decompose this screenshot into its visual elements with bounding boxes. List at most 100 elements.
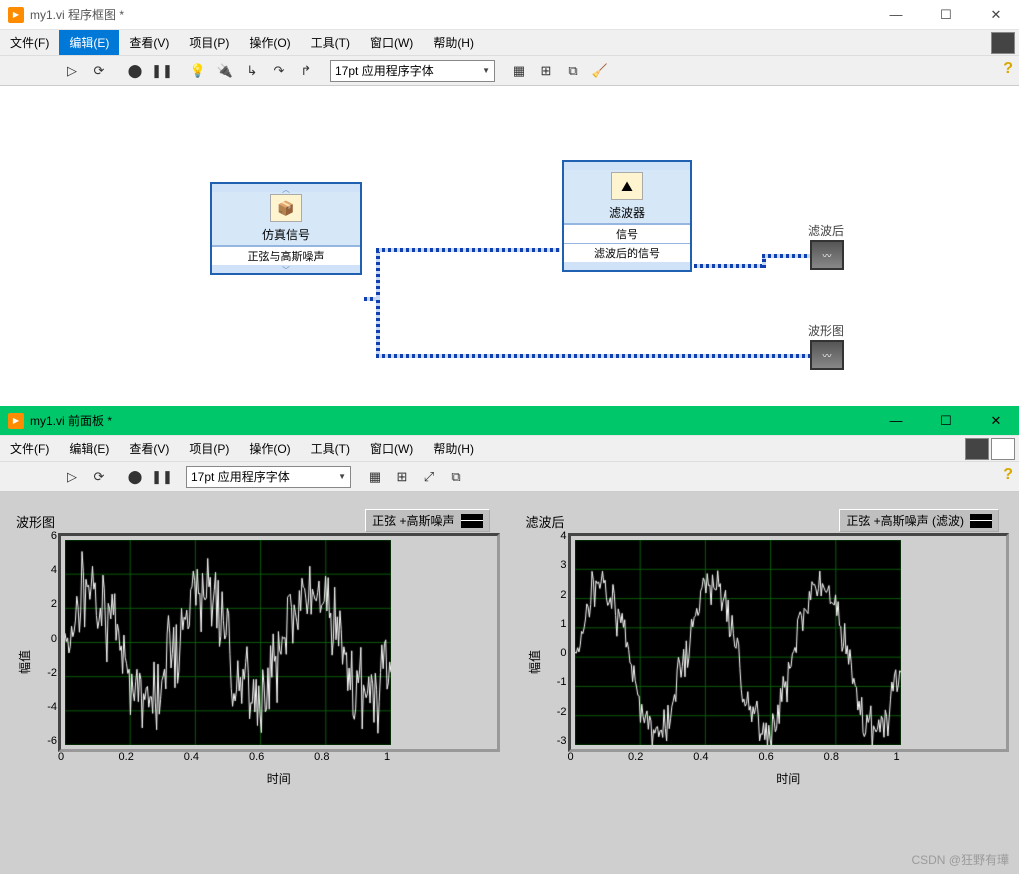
context-help-icon[interactable]: ? [1003,60,1013,78]
signal-icon: 📦 [270,194,302,222]
run-button[interactable]: ▷ [60,465,84,489]
xtick: 0.8 [314,749,329,763]
xtick: 0 [567,749,573,763]
waveform-terminal[interactable]: 〰 [810,340,844,370]
ytick: -3 [557,735,571,747]
wire[interactable] [376,354,810,358]
distribute-icon[interactable]: ⊞ [534,59,558,83]
legend-swatch-icon [461,514,483,528]
ytick: 4 [51,564,61,576]
waveform-graph-2[interactable]: 滤波后 正弦 +高斯噪声 (滤波) -3-2-10123400.20.40.60… [520,512,1010,854]
menu-project[interactable]: 项目(P) [179,30,239,55]
run-button[interactable]: ▷ [60,59,84,83]
menu-edit[interactable]: 编辑(E) [59,30,119,55]
filtered-terminal[interactable]: 〰 [810,240,844,270]
run-continuous-button[interactable]: ⟳ [87,59,111,83]
filter-node[interactable]: ⛰ 滤波器 信号 滤波后的信号 [562,160,692,272]
toolbar-fp: ▷ ⟳ ⬤ ❚❚ 17pt 应用程序字体 ▦ ⊞ ⤢ ⧉ ? [0,462,1019,492]
context-help-icon[interactable]: ? [1003,466,1013,484]
resize-icon[interactable]: ⤢ [417,465,441,489]
menu-help[interactable]: 帮助(H) [423,30,484,55]
app-icon [8,7,24,23]
run-continuous-button[interactable]: ⟳ [87,465,111,489]
align-icon[interactable]: ▦ [363,465,387,489]
block-diagram-canvas[interactable]: ︿ 📦 仿真信号 正弦与高斯噪声 ﹀ ⛰ 滤波器 信号 滤波后的信号 滤波后 〰… [0,86,1019,406]
align-icon[interactable]: ▦ [507,59,531,83]
wire[interactable] [376,297,380,357]
ytick: 0 [51,633,61,645]
filter-output-row: 滤波后的信号 [564,243,690,262]
front-panel-canvas[interactable]: 波形图 正弦 +高斯噪声 -6-4-2024600.20.40.60.81 幅值… [0,492,1019,874]
font-select[interactable]: 17pt 应用程序字体 [186,466,351,488]
xtick: 0.2 [119,749,134,763]
close-button[interactable]: ✕ [981,5,1011,25]
menu-edit[interactable]: 编辑(E) [59,436,119,461]
window-title-fp: my1.vi 前面板 * [30,412,881,429]
graph1-legend[interactable]: 正弦 +高斯噪声 [365,509,489,532]
ytick: -4 [47,701,61,713]
menu-tools[interactable]: 工具(T) [301,436,360,461]
menu-tools[interactable]: 工具(T) [301,30,360,55]
xtick: 0 [58,749,64,763]
menu-view[interactable]: 查看(V) [119,30,179,55]
menu-file[interactable]: 文件(F) [0,30,59,55]
graph1-ylabel: 幅值 [16,650,33,674]
pause-button[interactable]: ❚❚ [150,59,174,83]
reorder-icon[interactable]: ⧉ [444,465,468,489]
vi-icon[interactable] [991,32,1015,54]
step-out-icon[interactable]: ↱ [294,59,318,83]
pause-button[interactable]: ❚❚ [150,465,174,489]
filter-icon: ⛰ [611,172,643,200]
cleanup-icon[interactable]: 🧹 [588,59,612,83]
xtick: 0.4 [184,749,199,763]
waveform-graph-1[interactable]: 波形图 正弦 +高斯噪声 -6-4-2024600.20.40.60.81 幅值… [10,512,500,854]
minimize-button[interactable]: — [881,411,911,431]
minimize-button[interactable]: — [881,5,911,25]
menu-window[interactable]: 窗口(W) [360,30,423,55]
step-over-icon[interactable]: ↷ [267,59,291,83]
vi-icon[interactable] [965,438,989,460]
ytick: 2 [560,589,570,601]
menu-project[interactable]: 项目(P) [179,436,239,461]
expand-down-icon[interactable]: ﹀ [282,265,290,273]
toolbar-bd: ▷ ⟳ ⬤ ❚❚ 💡 🔌 ↳ ↷ ↱ 17pt 应用程序字体 ▦ ⊞ ⧉ 🧹 ? [0,56,1019,86]
legend-swatch-icon [970,514,992,528]
simulate-signal-node[interactable]: ︿ 📦 仿真信号 正弦与高斯噪声 ﹀ [210,182,362,275]
font-select[interactable]: 17pt 应用程序字体 [330,60,495,82]
xtick: 0.6 [249,749,264,763]
menu-window[interactable]: 窗口(W) [360,436,423,461]
ytick: 6 [51,530,61,542]
connector-pane-icon[interactable] [991,438,1015,460]
graph2-ylabel: 幅值 [526,650,543,674]
plot-canvas-1 [65,540,391,745]
reorder-icon[interactable]: ⧉ [561,59,585,83]
filter-node-title: 滤波器 [564,202,690,224]
graph2-legend[interactable]: 正弦 +高斯噪声 (滤波) [839,509,999,532]
step-into-icon[interactable]: ↳ [240,59,264,83]
highlight-exec-icon[interactable]: 💡 [186,59,210,83]
menu-view[interactable]: 查看(V) [119,436,179,461]
close-button[interactable]: ✕ [981,411,1011,431]
expand-chevron-icon[interactable]: ︿ [282,184,290,192]
retain-wire-icon[interactable]: 🔌 [213,59,237,83]
abort-button[interactable]: ⬤ [123,465,147,489]
ytick: 2 [51,598,61,610]
block-diagram-titlebar: my1.vi 程序框图 * — ☐ ✕ [0,0,1019,30]
xtick: 0.2 [628,749,643,763]
filtered-terminal-label: 滤波后 [808,222,844,239]
maximize-button[interactable]: ☐ [931,5,961,25]
abort-button[interactable]: ⬤ [123,59,147,83]
menu-help[interactable]: 帮助(H) [423,436,484,461]
filter-input-row: 信号 [564,224,690,243]
wire[interactable] [694,264,764,268]
menu-operate[interactable]: 操作(O) [239,30,300,55]
menubar-bd: 文件(F) 编辑(E) 查看(V) 项目(P) 操作(O) 工具(T) 窗口(W… [0,30,1019,56]
distribute-icon[interactable]: ⊞ [390,465,414,489]
wire[interactable] [376,248,560,252]
wire[interactable] [376,248,380,301]
menu-file[interactable]: 文件(F) [0,436,59,461]
wire[interactable] [762,254,810,258]
menu-operate[interactable]: 操作(O) [239,436,300,461]
maximize-button[interactable]: ☐ [931,411,961,431]
sim-node-title: 仿真信号 [212,224,360,246]
